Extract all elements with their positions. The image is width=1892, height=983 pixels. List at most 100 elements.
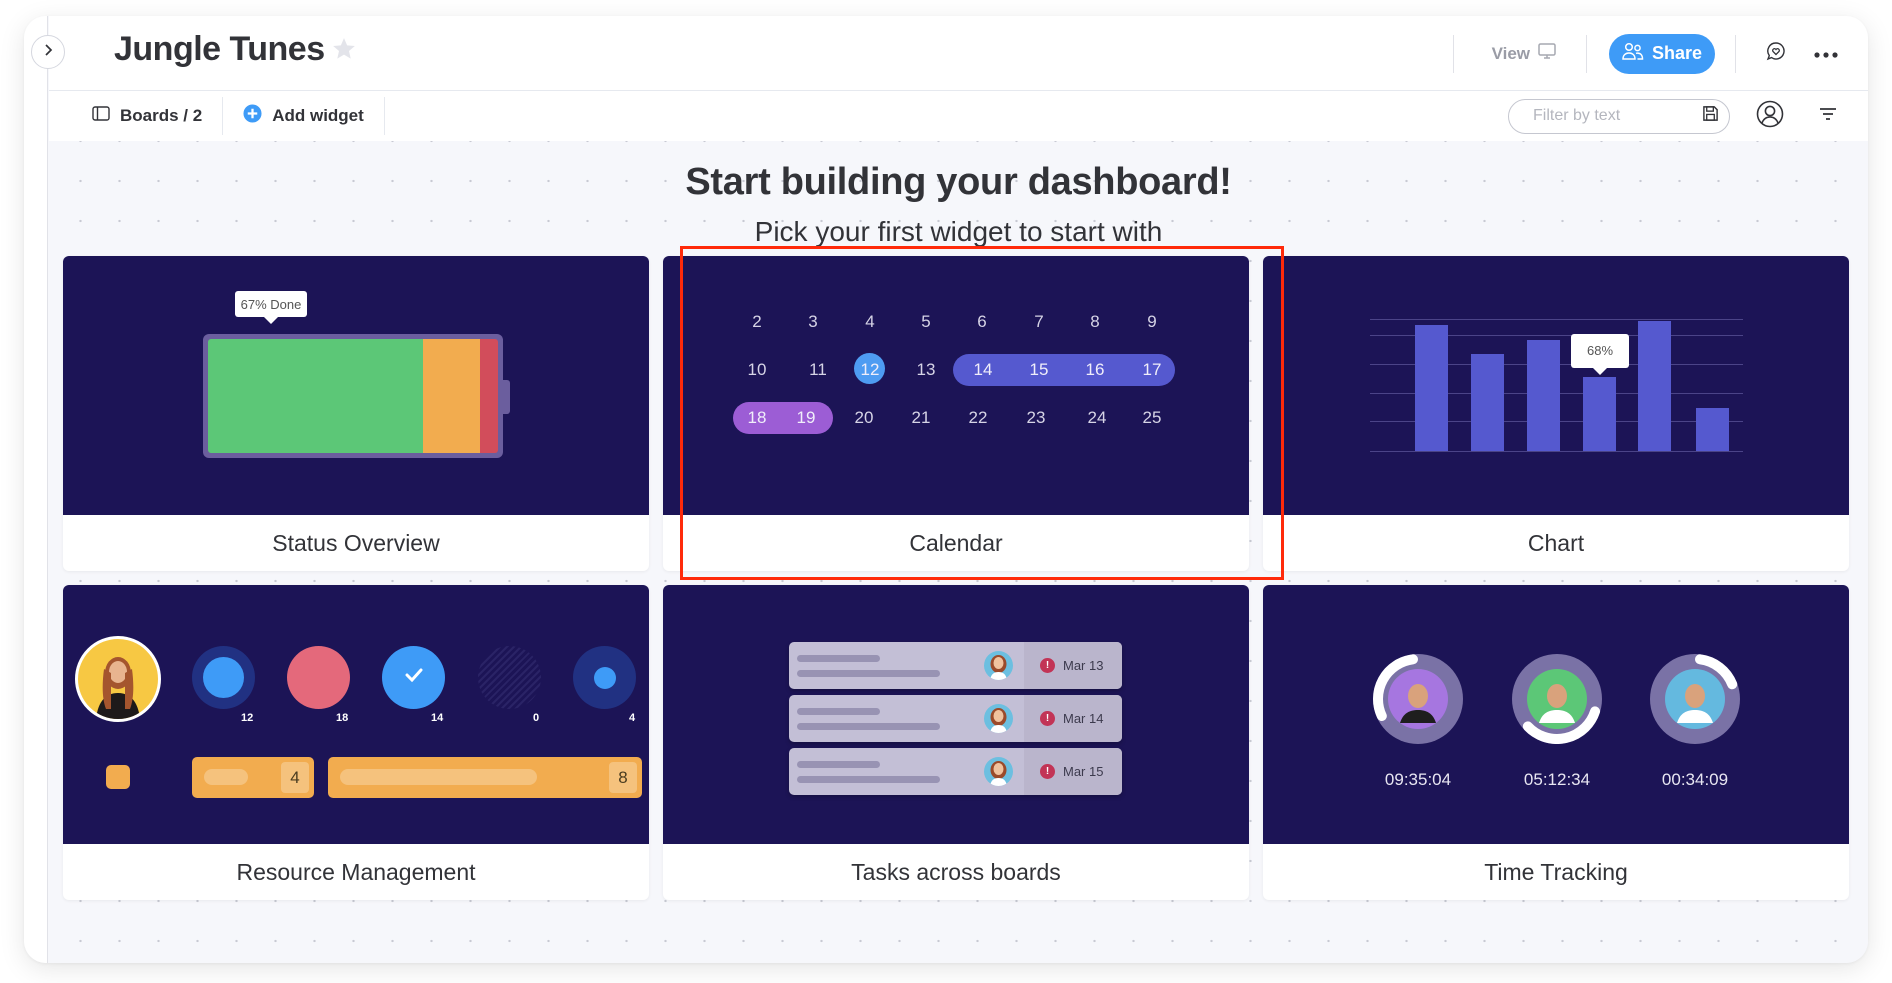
widget-card-status-overview[interactable]: 67% Done Status Overview	[63, 256, 649, 571]
task-date: Mar 14	[1063, 711, 1104, 726]
divider	[1586, 34, 1587, 73]
avatar	[984, 704, 1013, 733]
boards-button[interactable]: Boards / 2	[49, 97, 222, 135]
resource-management-preview: 12 18 14 0 4 4 8	[63, 585, 649, 844]
view-label: View	[1491, 43, 1530, 63]
widget-card-time-tracking[interactable]: 09:35:04 05:12:34 00:34:09 Time Tracking	[1263, 585, 1849, 900]
status-overview-preview: 67% Done	[63, 256, 649, 515]
sidebar-strip	[24, 16, 48, 963]
avatar	[984, 651, 1013, 680]
calendar-day: 16	[1085, 360, 1105, 379]
status-segment-done	[208, 339, 424, 453]
task-date: Mar 13	[1063, 658, 1104, 673]
widget-label: Time Tracking	[1484, 858, 1628, 885]
tracked-time: 05:12:34	[1523, 770, 1591, 789]
calendar-day: 20	[854, 408, 874, 427]
tracked-time: 09:35:04	[1384, 770, 1452, 789]
status-battery	[203, 334, 503, 458]
task-name-placeholder	[797, 761, 880, 768]
chart-bar-5	[1638, 320, 1671, 451]
plus-circle-icon	[243, 104, 262, 128]
person-filter-button[interactable]	[1750, 96, 1790, 136]
calendar-day: 5	[921, 312, 931, 331]
widget-card-chart[interactable]: 68% Chart	[1263, 256, 1849, 571]
count-label: 14	[431, 712, 444, 724]
people-icon	[1622, 42, 1644, 65]
count-label: 0	[533, 712, 540, 724]
battery-tip	[503, 380, 510, 414]
workload-bar: 8	[328, 757, 642, 798]
monitor-icon	[1538, 43, 1556, 64]
widget-label: Calendar	[909, 529, 1003, 556]
calendar-day: 2	[752, 312, 762, 331]
app-window: Jungle Tunes View Share Boards / 2 Add w…	[24, 16, 1868, 963]
filter-box	[1508, 98, 1730, 134]
dashboard-toolbar: Boards / 2 Add widget	[49, 91, 1868, 141]
filter-input[interactable]	[1533, 107, 1683, 125]
calendar-day: 14	[973, 360, 993, 379]
task-date-cell: ! Mar 13	[1024, 642, 1122, 689]
widget-label: Status Overview	[272, 529, 440, 556]
alert-icon: !	[1040, 711, 1055, 726]
share-button[interactable]: Share	[1609, 33, 1715, 74]
more-options-button[interactable]	[1806, 34, 1846, 74]
filter-button[interactable]	[1808, 96, 1848, 136]
status-circle	[192, 646, 255, 709]
board-icon	[92, 106, 110, 126]
more-dots-icon	[1814, 45, 1838, 63]
done-tooltip: 67% Done	[235, 291, 307, 324]
task-detail-placeholder	[797, 670, 940, 677]
workload-fill	[340, 769, 538, 785]
time-progress-ring	[1373, 654, 1463, 744]
calendar-day: 4	[865, 312, 875, 331]
expand-sidebar-button[interactable]	[31, 35, 65, 69]
calendar-day: 22	[968, 408, 988, 427]
task-detail-placeholder	[797, 776, 940, 783]
dashboard-header: Jungle Tunes View Share	[49, 16, 1868, 91]
dashboard-title[interactable]: Jungle Tunes	[114, 30, 325, 69]
workload-bar: 4	[192, 757, 314, 798]
calendar-day: 13	[916, 360, 936, 379]
task-row: ! Mar 13	[789, 642, 1122, 689]
empty-state-heading: Start building your dashboard!	[685, 161, 1232, 203]
task-name-placeholder	[797, 655, 880, 662]
status-square	[106, 765, 130, 789]
calendar-day: 8	[1090, 312, 1100, 331]
view-button[interactable]: View	[1454, 43, 1586, 64]
chart-bar-6	[1696, 407, 1729, 451]
widget-card-tasks-across-boards[interactable]: ! Mar 13! Mar 14! Mar 15 Tasks across board…	[663, 585, 1249, 900]
status-circle	[287, 646, 350, 709]
workload-count: 8	[609, 762, 637, 793]
widget-label: Resource Management	[236, 858, 476, 885]
calendar-day: 15	[1029, 360, 1049, 379]
calendar-preview: 2 3 4 5 6 7 8 9 10 11 12 13 14 15 16 17 18 19 20 21 22 23 24 25	[663, 256, 1249, 515]
status-circle	[573, 646, 636, 709]
person-circle-icon	[1756, 100, 1784, 133]
add-widget-button[interactable]: Add widget	[223, 97, 384, 135]
task-date: Mar 15	[1063, 764, 1104, 779]
chart-tooltip: 68%	[1571, 333, 1629, 375]
status-segment-working	[423, 339, 481, 453]
calendar-day: 6	[977, 312, 987, 331]
calendar-day: 19	[796, 408, 816, 427]
chat-heart-icon	[1766, 41, 1786, 66]
calendar-day: 10	[747, 360, 767, 379]
widget-label: Chart	[1527, 529, 1585, 556]
chevron-right-icon	[43, 43, 53, 62]
widget-card-calendar[interactable]: 2 3 4 5 6 7 8 9 10 11 12 13 14 15 16 17 18 19 20 21 22 23 24 25…	[663, 256, 1249, 571]
calendar-day: 25	[1142, 408, 1162, 427]
save-icon[interactable]	[1702, 105, 1719, 127]
widget-card-resource-management[interactable]: 12 18 14 0 4 4 8 Resource Management	[63, 585, 649, 900]
dashboard-content: Start building your dashboard! Pick your…	[49, 141, 1868, 963]
calendar-day: 18	[747, 408, 767, 427]
calendar-day: 17	[1142, 360, 1162, 379]
boards-label: Boards / 2	[120, 106, 203, 125]
calendar-day: 3	[808, 312, 818, 331]
count-label: 18	[336, 712, 349, 724]
add-widget-label: Add widget	[272, 106, 364, 125]
updates-button[interactable]	[1756, 34, 1796, 74]
tasks-preview: ! Mar 13! Mar 14! Mar 15	[663, 585, 1249, 844]
calendar-day: 23	[1026, 408, 1046, 427]
task-name-placeholder	[797, 708, 880, 715]
star-icon[interactable]	[331, 36, 357, 67]
